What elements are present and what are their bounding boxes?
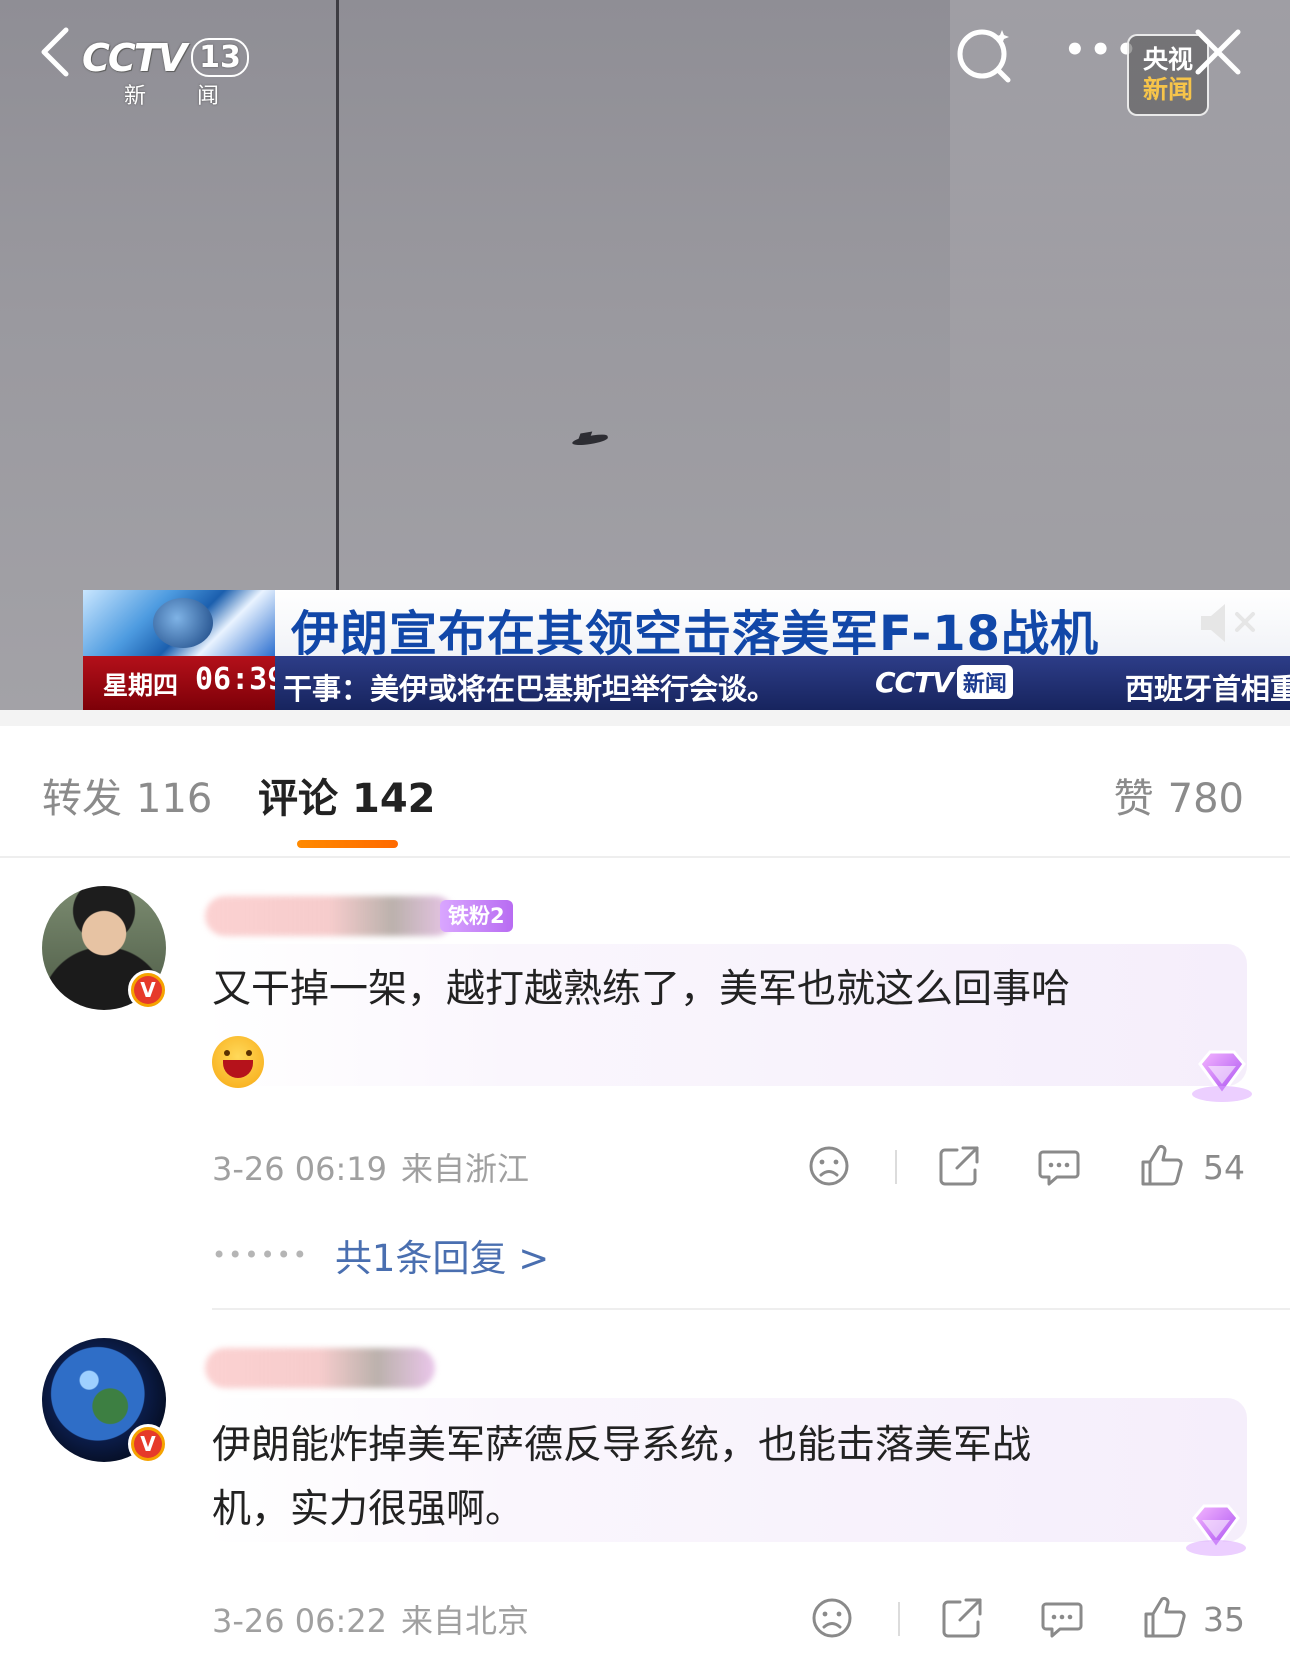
comment-text: 伊朗能炸掉美军萨德反导系统，也能击落美军战 机，实力很强啊。 (212, 1414, 1031, 1542)
comment-meta: 3-26 06:22 来自北京 (212, 1596, 529, 1642)
comment-actions: 54 (805, 1142, 1250, 1192)
comment-text: 又干掉一架，越打越熟练了，美军也就这么回事哈 (212, 958, 1070, 1092)
video-player[interactable]: CCTV13 新 闻 ••• 央视 新闻 伊朗宣布在其领空击落美军F-18战机 (0, 0, 1290, 710)
comment-bubble-icon (1041, 1602, 1083, 1638)
ticker-logo-mark: CCTV (875, 665, 954, 699)
verified-badge: V (128, 1424, 168, 1464)
more-options-button[interactable]: ••• (1064, 30, 1137, 70)
thumbs-up-icon (1141, 1144, 1183, 1186)
tab-likes-label: 赞 (1113, 776, 1154, 822)
globe-graphic (83, 590, 275, 656)
post-tabs: 转发 116 评论 142 赞 780 (0, 726, 1290, 858)
diamond-gem-icon (1186, 1504, 1246, 1556)
ticker-scroll-bar: 干事：美伊或将在巴基斯坦举行会谈。 CCTV 新闻 西班牙首相重申 (275, 656, 1290, 710)
ticker-text-2: 西班牙首相重申 (1125, 672, 1290, 706)
laughing-face-icon (212, 1035, 264, 1088)
channel-number: 13 (191, 38, 249, 77)
cctv13-logo: CCTV 13 新 闻 (82, 36, 249, 110)
comment-divider (212, 1308, 1290, 1310)
username-blurred[interactable] (205, 1348, 435, 1388)
headline-bar: 伊朗宣布在其领空击落美军F-18战机 (275, 590, 1290, 662)
frown-face-icon (812, 1598, 852, 1638)
comment-location: 来自北京 (401, 1602, 530, 1640)
tab-repost[interactable]: 转发 116 (42, 766, 212, 824)
like-button[interactable] (1140, 1594, 1188, 1642)
video-frame-seam (336, 0, 339, 590)
back-button[interactable] (28, 22, 88, 82)
ticker-cctv-logo: CCTV 新闻 (875, 664, 1013, 700)
ticker-logo-sub: 新闻 (956, 665, 1013, 699)
reply-button[interactable] (1038, 1594, 1086, 1642)
verified-badge: V (128, 970, 168, 1010)
search-icon (957, 29, 1011, 83)
cctv-mark: CCTV (82, 36, 187, 80)
like-count: 54 (1203, 1148, 1245, 1187)
channel-sub: 新 闻 (124, 84, 241, 109)
mute-button[interactable] (1195, 596, 1265, 650)
news-headline: 伊朗宣布在其领空击落美军F-18战机 (291, 606, 1100, 662)
share-icon (939, 1146, 979, 1186)
share-icon (942, 1598, 982, 1638)
comment-date: 3-26 06:19 (212, 1150, 388, 1188)
tab-likes-count: 780 (1167, 776, 1244, 822)
action-divider (895, 1150, 897, 1184)
tab-repost-count: 116 (136, 776, 213, 822)
close-icon (1195, 29, 1241, 75)
comment-meta: 3-26 06:19 来自浙江 (212, 1144, 529, 1190)
tab-comments-label: 评论 (258, 776, 338, 822)
news-ticker: 伊朗宣布在其领空击落美军F-18战机 星期四 06:39 干事：美伊或将在巴基斯… (83, 590, 1290, 710)
like-button[interactable] (1137, 1142, 1185, 1190)
share-button[interactable] (935, 1142, 983, 1190)
clock-label: 06:39 (195, 662, 286, 697)
time-bar: 星期四 06:39 (83, 656, 285, 710)
replies-text: 共1条回复 > (334, 1237, 550, 1280)
chevron-left-icon (41, 27, 69, 77)
fan-level-tag: 铁粉2 (440, 900, 513, 932)
like-count: 35 (1203, 1600, 1245, 1639)
username-blurred[interactable] (205, 896, 455, 936)
reply-dots: •••••• (212, 1241, 309, 1269)
thumbs-up-icon (1144, 1596, 1186, 1638)
search-button[interactable] (950, 20, 1020, 90)
dislike-button[interactable] (805, 1142, 853, 1190)
active-tab-indicator (297, 840, 398, 848)
comment-text-line: 伊朗能炸掉美军萨德反导系统，也能击落美军战 (212, 1423, 1032, 1468)
comment-text-line: 又干掉一架，越打越熟练了，美军也就这么回事哈 (212, 967, 1071, 1012)
comment-bubble-icon (1038, 1150, 1080, 1186)
comment-text-line: 机，实力很强啊。 (212, 1487, 525, 1532)
comment-location: 来自浙江 (401, 1150, 530, 1188)
speaker-muted-icon (1201, 604, 1255, 642)
reply-button[interactable] (1035, 1142, 1083, 1190)
tab-comments[interactable]: 评论 142 (258, 766, 436, 824)
tab-comments-count: 142 (352, 776, 436, 822)
verified-v-icon: V (134, 1430, 162, 1458)
action-divider (898, 1602, 900, 1636)
share-button[interactable] (938, 1594, 986, 1642)
diamond-gem-icon (1192, 1050, 1252, 1102)
comment-date: 3-26 06:22 (212, 1602, 388, 1640)
frown-face-icon (809, 1146, 849, 1186)
fighter-jet-silhouette (571, 432, 609, 448)
view-replies-link[interactable]: •••••• 共1条回复 > (212, 1228, 549, 1282)
tab-repost-label: 转发 (42, 776, 122, 822)
comment-actions: 35 (805, 1594, 1250, 1644)
ticker-text: 干事：美伊或将在巴基斯坦举行会谈。 (283, 672, 777, 706)
dislike-button[interactable] (808, 1594, 856, 1642)
verified-v-icon: V (134, 976, 162, 1004)
tab-likes[interactable]: 赞 780 (1114, 766, 1244, 824)
section-gap (0, 710, 1290, 726)
close-button[interactable] (1190, 24, 1246, 80)
weekday-label: 星期四 (103, 671, 179, 700)
